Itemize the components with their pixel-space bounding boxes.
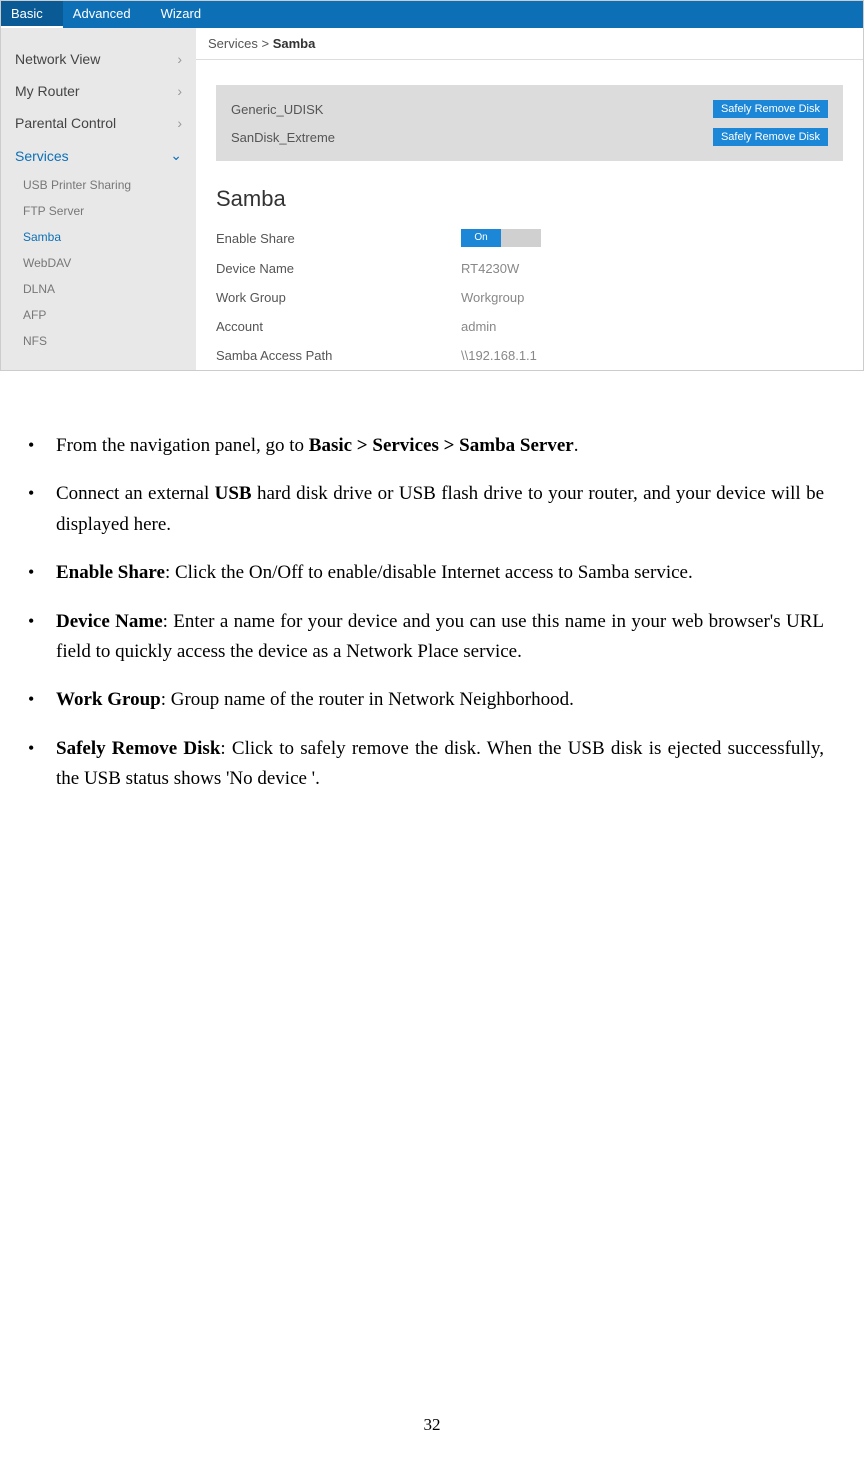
sidebar-item-label: Network View — [15, 51, 100, 67]
device-name: Generic_UDISK — [231, 102, 323, 117]
subitem-ftp-server[interactable]: FTP Server — [23, 198, 196, 224]
form-label: Work Group — [216, 290, 461, 305]
account-value: admin — [461, 319, 496, 334]
form-row-device-name: Device Name RT4230W — [216, 254, 843, 283]
list-item: Safely Remove Disk: Click to safely remo… — [50, 734, 824, 795]
list-item: From the navigation panel, go to Basic >… — [50, 431, 824, 461]
subitem-dlna[interactable]: DLNA — [23, 276, 196, 302]
enable-share-toggle[interactable]: On — [461, 229, 541, 247]
device-name-value: RT4230W — [461, 261, 519, 276]
toggle-on-label: On — [461, 229, 501, 247]
safely-remove-button[interactable]: Safely Remove Disk — [713, 128, 828, 146]
form-label: Enable Share — [216, 231, 461, 246]
samba-path-value: \\192.168.1.1 — [461, 348, 537, 363]
chevron-down-icon: ⌄ — [170, 147, 182, 164]
subitem-afp[interactable]: AFP — [23, 302, 196, 328]
chevron-right-icon: › — [177, 51, 182, 67]
content-panel: Services > Samba Generic_UDISK Safely Re… — [196, 28, 863, 370]
sidebar-subitems: USB Printer Sharing FTP Server Samba Web… — [1, 172, 196, 354]
router-admin-screenshot: Basic Advanced Wizard Network View › My … — [0, 0, 864, 371]
section-title: Samba — [196, 181, 863, 222]
sidebar-item-services[interactable]: Services ⌄ — [1, 139, 196, 172]
device-row: SanDisk_Extreme Safely Remove Disk — [231, 123, 828, 151]
safely-remove-button[interactable]: Safely Remove Disk — [713, 100, 828, 118]
subitem-usb-printer[interactable]: USB Printer Sharing — [23, 172, 196, 198]
list-item: Enable Share: Click the On/Off to enable… — [50, 558, 824, 588]
device-name: SanDisk_Extreme — [231, 130, 335, 145]
chevron-right-icon: › — [177, 83, 182, 99]
sidebar-item-label: Services — [15, 148, 69, 164]
device-list: Generic_UDISK Safely Remove Disk SanDisk… — [216, 85, 843, 161]
work-group-value: Workgroup — [461, 290, 524, 305]
tab-wizard[interactable]: Wizard — [151, 1, 221, 28]
sidebar: Network View › My Router › Parental Cont… — [1, 28, 196, 370]
form-row-enable-share: Enable Share On — [216, 222, 843, 254]
device-row: Generic_UDISK Safely Remove Disk — [231, 95, 828, 123]
tab-advanced[interactable]: Advanced — [63, 1, 151, 28]
top-tab-bar: Basic Advanced Wizard — [1, 1, 863, 28]
chevron-right-icon: › — [177, 115, 182, 131]
subitem-nfs[interactable]: NFS — [23, 328, 196, 354]
form-label: Account — [216, 319, 461, 334]
tab-basic[interactable]: Basic — [1, 1, 63, 28]
form-row-account: Account admin — [216, 312, 843, 341]
sidebar-item-my-router[interactable]: My Router › — [1, 75, 196, 107]
list-item: Work Group: Group name of the router in … — [50, 685, 824, 715]
subitem-samba[interactable]: Samba — [23, 224, 196, 250]
breadcrumb: Services > Samba — [196, 28, 863, 60]
form-label: Samba Access Path — [216, 348, 461, 363]
sidebar-item-label: Parental Control — [15, 115, 116, 131]
form-row-samba-path: Samba Access Path \\192.168.1.1 — [216, 341, 843, 370]
sidebar-item-parental-control[interactable]: Parental Control › — [1, 107, 196, 139]
subitem-webdav[interactable]: WebDAV — [23, 250, 196, 276]
page-number: 32 — [0, 1415, 864, 1435]
form-row-work-group: Work Group Workgroup — [216, 283, 843, 312]
list-item: Device Name: Enter a name for your devic… — [50, 607, 824, 668]
sidebar-item-label: My Router — [15, 83, 80, 99]
list-item: Connect an external USB hard disk drive … — [50, 479, 824, 540]
sidebar-item-network-view[interactable]: Network View › — [1, 43, 196, 75]
toggle-off-side — [501, 229, 541, 247]
instruction-list: From the navigation panel, go to Basic >… — [0, 371, 864, 853]
form-label: Device Name — [216, 261, 461, 276]
settings-form: Enable Share On Device Name RT4230W Work… — [196, 222, 863, 370]
breadcrumb-path: Services > — [208, 36, 269, 51]
breadcrumb-current: Samba — [273, 36, 316, 51]
